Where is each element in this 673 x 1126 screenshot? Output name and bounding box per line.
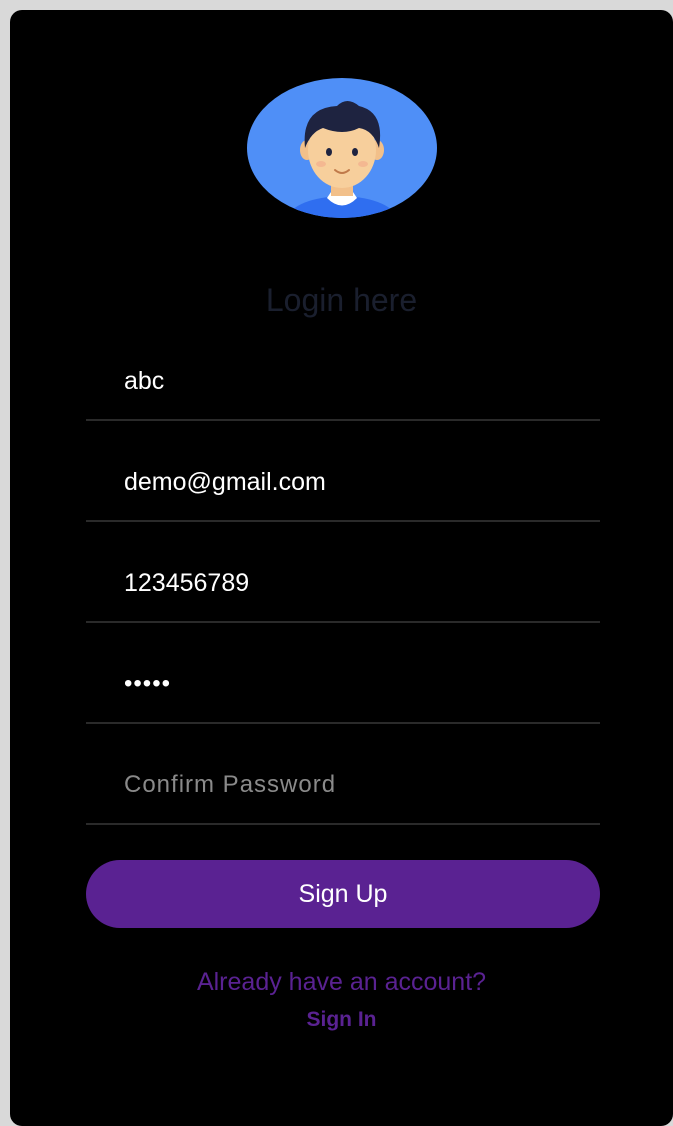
signup-card: Login here Sign Up Already have an accou… [10,10,673,1126]
sign-up-button[interactable]: Sign Up [86,860,600,928]
phone-input[interactable] [124,565,584,601]
confirm-password-input[interactable] [124,767,584,803]
password-field [86,656,600,724]
sign-in-link[interactable]: Sign In [10,1006,673,1034]
username-input[interactable] [124,363,584,399]
email-field [86,454,600,522]
username-field [86,353,600,421]
email-input[interactable] [124,464,584,500]
phone-field [86,555,600,623]
page-title: Login here [265,282,418,318]
confirm-password-field [86,757,600,825]
password-input[interactable] [124,666,584,702]
account-prompt: Already have an account? [196,968,487,996]
user-avatar-icon [247,78,437,218]
